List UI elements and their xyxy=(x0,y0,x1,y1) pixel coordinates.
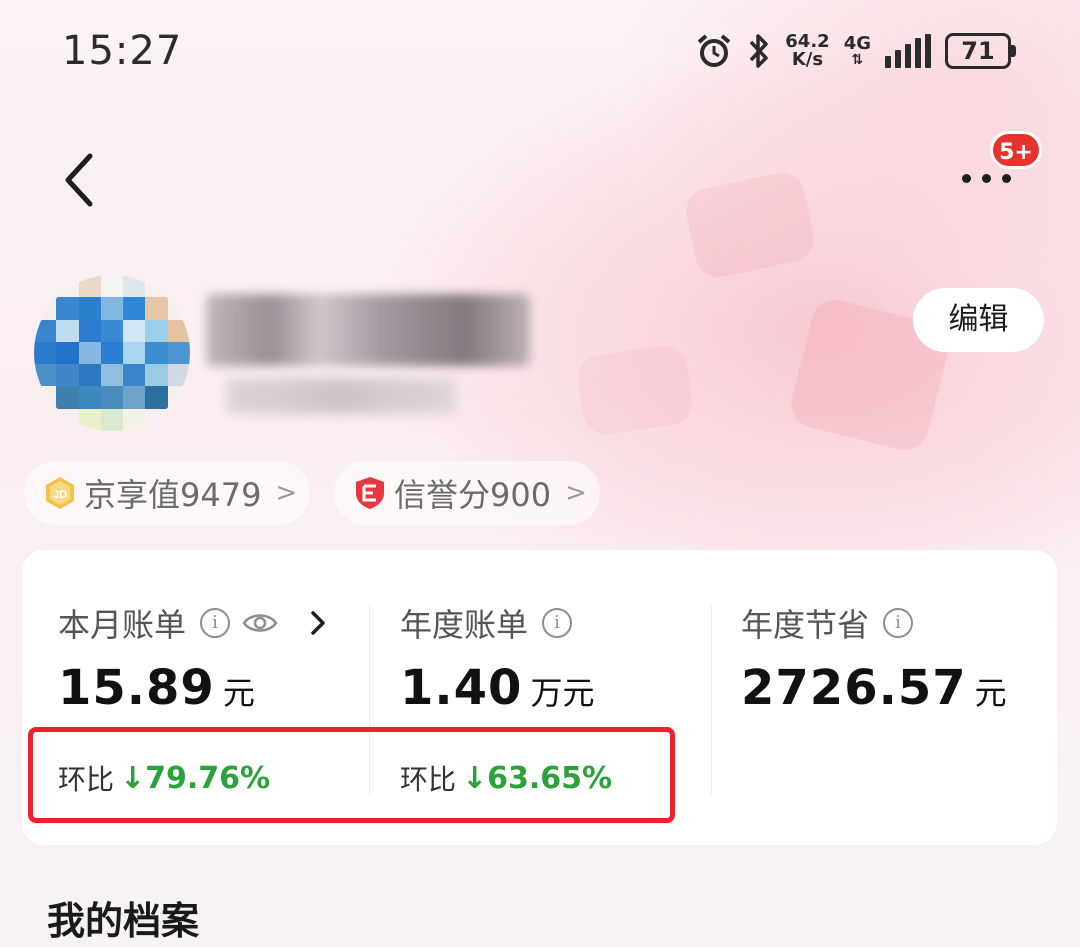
bluetooth-icon xyxy=(749,34,769,68)
network-label: 4G xyxy=(843,33,871,54)
chevron-left-icon xyxy=(65,153,93,207)
info-icon[interactable]: i xyxy=(883,608,914,638)
username-redacted xyxy=(206,294,530,366)
yearly-savings-label: 年度节省 xyxy=(741,606,870,644)
monthly-bill-label: 本月账单 xyxy=(58,606,187,644)
monthly-bill-value: 15.89 xyxy=(58,660,215,716)
notification-badge: 5+ xyxy=(990,131,1042,169)
credit-score-label: 信誉分900 xyxy=(394,476,552,514)
jd-coin-icon: JD xyxy=(46,477,74,509)
chevron-right-icon[interactable] xyxy=(308,609,328,637)
data-arrows-icon: ⇅ xyxy=(851,52,864,68)
section-title-my-profile: 我的档案 xyxy=(47,899,200,943)
back-button[interactable] xyxy=(56,150,106,210)
info-icon[interactable]: i xyxy=(200,608,231,638)
yearly-savings-value: 2726.57 xyxy=(741,660,967,716)
speed-unit: K/s xyxy=(791,49,824,70)
network-speed: 64.2 K/s xyxy=(785,33,829,69)
status-time: 15:27 xyxy=(62,28,183,74)
status-icons: 64.2 K/s 4G ⇅ 71 xyxy=(695,32,1016,70)
column-divider xyxy=(711,605,712,795)
yearly-bill-label: 年度账单 xyxy=(400,606,529,644)
yearly-bill-header: 年度账单 i xyxy=(400,600,573,646)
yearly-bill-value: 1.40 xyxy=(400,660,523,716)
battery-icon: 71 xyxy=(945,33,1016,69)
chevron-right-icon: > xyxy=(275,478,298,508)
edit-profile-button[interactable]: 编辑 xyxy=(913,288,1044,352)
bg-decoration xyxy=(574,342,696,438)
user-subtitle-redacted xyxy=(226,378,456,414)
chevron-right-icon: > xyxy=(565,478,587,508)
bg-decoration xyxy=(681,168,819,282)
yearly-bill-amount: 1.40 万元 xyxy=(400,660,594,716)
monthly-bill-unit: 元 xyxy=(222,674,255,712)
monthly-bill-header[interactable]: 本月账单 i xyxy=(58,600,328,646)
info-icon[interactable]: i xyxy=(542,608,573,638)
jd-value-label: 京享值9479 xyxy=(84,476,262,514)
svg-text:JD: JD xyxy=(53,489,67,501)
jd-value-pill[interactable]: JD 京享值9479 > xyxy=(24,461,310,525)
credit-score-pill[interactable]: 信誉分900 > xyxy=(334,461,600,525)
signal-icon xyxy=(885,34,931,68)
network-type: 4G ⇅ xyxy=(843,33,871,68)
highlight-annotation-box xyxy=(28,727,675,823)
credit-shield-icon xyxy=(356,477,384,509)
alarm-icon xyxy=(697,34,731,67)
eye-icon[interactable] xyxy=(242,610,278,636)
yearly-bill-unit: 万元 xyxy=(530,674,595,712)
yearly-savings-header: 年度节省 i xyxy=(741,600,914,646)
yearly-savings-unit: 元 xyxy=(974,674,1007,712)
yearly-savings-amount: 2726.57 元 xyxy=(741,660,1007,716)
battery-level: 71 xyxy=(945,33,1011,69)
avatar[interactable] xyxy=(34,275,190,431)
monthly-bill-amount: 15.89 元 xyxy=(58,660,255,716)
